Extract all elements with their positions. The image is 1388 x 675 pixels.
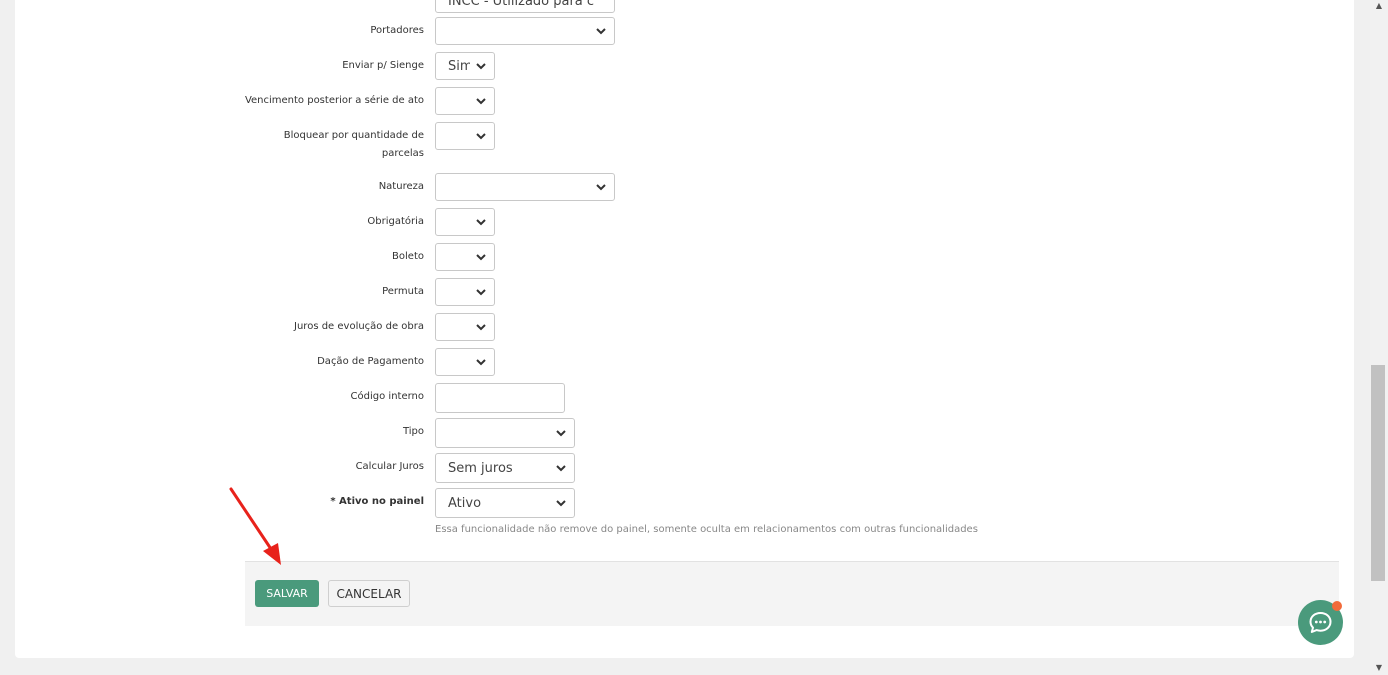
save-button[interactable]: SALVAR <box>255 580 319 607</box>
vencimento-label: Vencimento posterior a série de ato <box>244 95 424 106</box>
portadores-select[interactable] <box>435 17 615 45</box>
chevron-down-icon <box>476 63 486 70</box>
dacao-pagamento-select[interactable] <box>435 348 495 376</box>
ativo-painel-label-text: Ativo no painel <box>339 496 424 507</box>
chevron-down-icon <box>476 324 486 331</box>
chevron-down-icon <box>476 133 486 140</box>
tipo-label: Tipo <box>402 426 424 437</box>
chevron-down-icon <box>476 254 486 261</box>
required-mark: * <box>330 496 336 507</box>
obrigatoria-select[interactable] <box>435 208 495 236</box>
bloquear-label-line2: parcelas <box>381 148 424 159</box>
enviar-sienge-label: Enviar p/ Sienge <box>342 60 424 71</box>
scrollbar-thumb[interactable] <box>1371 365 1385 581</box>
permuta-label: Permuta <box>382 286 424 297</box>
bloquear-label-line1: Bloquear por quantidade de <box>283 130 424 141</box>
calcular-juros-label: Calcular Juros <box>355 461 424 472</box>
portadores-label: Portadores <box>370 25 424 36</box>
indice-select[interactable]: INCC - Utilizado para c <box>435 0 615 13</box>
chevron-down-icon <box>556 465 566 472</box>
chevron-down-icon <box>556 430 566 437</box>
juros-evolucao-select[interactable] <box>435 313 495 341</box>
vencimento-select[interactable] <box>435 87 495 115</box>
chevron-down-icon <box>476 359 486 366</box>
codigo-interno-input[interactable] <box>435 383 565 413</box>
scroll-up-arrow-icon[interactable]: ▲ <box>1374 2 1384 10</box>
scroll-down-arrow-icon[interactable]: ▼ <box>1374 664 1384 672</box>
chevron-down-icon <box>556 500 566 507</box>
permuta-select[interactable] <box>435 278 495 306</box>
chevron-down-icon <box>476 98 486 105</box>
enviar-sienge-select[interactable]: Sim <box>435 52 495 80</box>
cancel-button[interactable]: CANCELAR <box>328 580 410 607</box>
dacao-pagamento-label: Dação de Pagamento <box>317 356 424 367</box>
codigo-interno-label: Código interno <box>350 391 424 402</box>
form-footer: SALVAR CANCELAR <box>245 561 1339 626</box>
boleto-select[interactable] <box>435 243 495 271</box>
natureza-select[interactable] <box>435 173 615 201</box>
chevron-down-icon <box>476 219 486 226</box>
chat-notification-badge <box>1332 601 1342 611</box>
juros-evolucao-label: Juros de evolução de obra <box>294 321 424 332</box>
chevron-down-icon <box>596 184 606 191</box>
chevron-down-icon <box>596 28 606 35</box>
tipo-select[interactable] <box>435 418 575 448</box>
annotation-arrow-icon <box>229 487 281 565</box>
chevron-down-icon <box>476 289 486 296</box>
ativo-painel-select[interactable]: Ativo <box>435 488 575 518</box>
ativo-painel-hint: Essa funcionalidade não remove do painel… <box>435 524 978 535</box>
natureza-label: Natureza <box>378 181 424 192</box>
bloquear-select[interactable] <box>435 122 495 150</box>
calcular-juros-select[interactable]: Sem juros <box>435 453 575 483</box>
boleto-label: Boleto <box>392 251 424 262</box>
obrigatoria-label: Obrigatória <box>367 216 424 227</box>
